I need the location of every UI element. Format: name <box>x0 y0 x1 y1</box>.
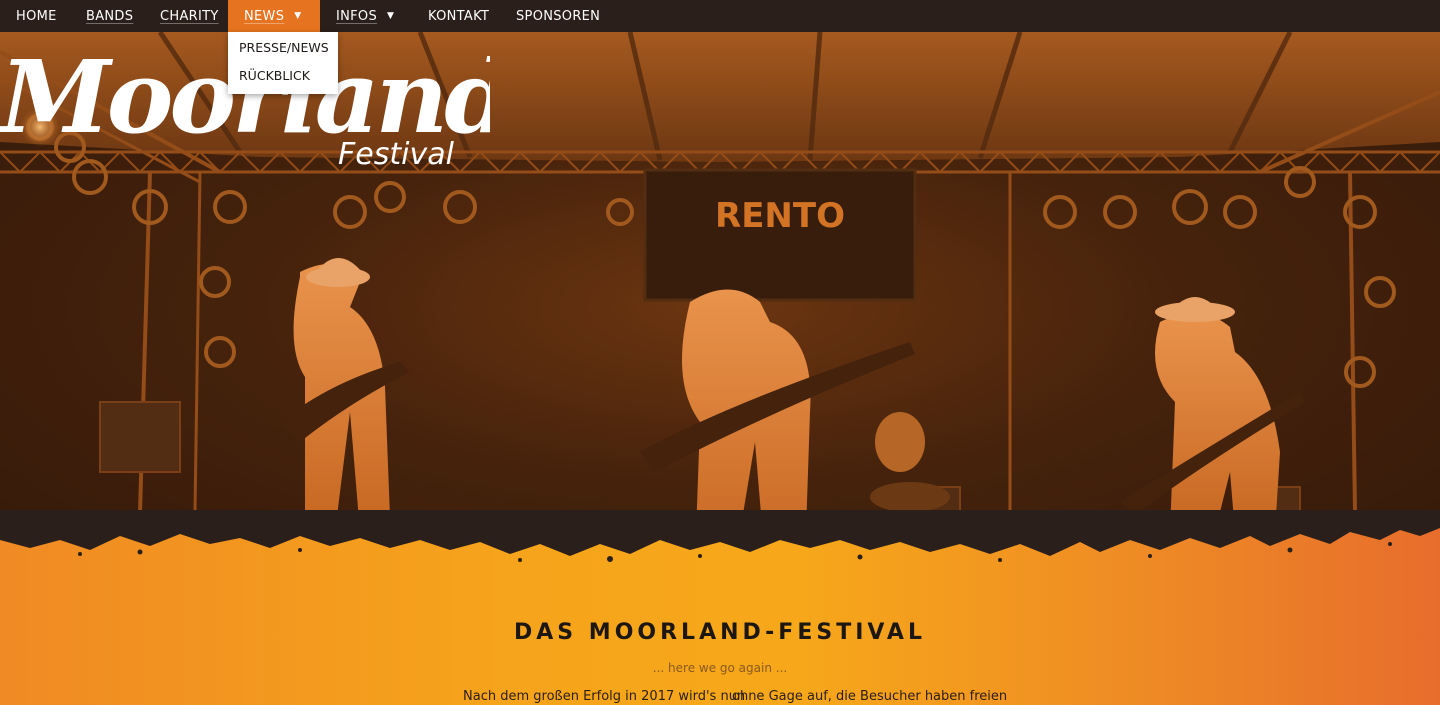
nav-item-kontakt[interactable]: KONTAKT <box>412 0 500 32</box>
nav-item-sponsoren[interactable]: SPONSOREN <box>500 0 616 32</box>
section-tagline: ... here we go again ... <box>652 661 788 675</box>
caret-down-icon: ▼ <box>387 11 395 21</box>
caret-down-icon: ▼ <box>294 11 302 21</box>
nav-label: HOME <box>16 8 57 24</box>
nav-label: KONTAKT <box>428 8 490 24</box>
nav-label: CHARITY <box>160 8 219 24</box>
nav-label: INFOS <box>336 8 378 24</box>
section-title: DAS MOORLAND-FESTIVAL <box>514 620 926 645</box>
nav-label: SPONSOREN <box>516 8 601 24</box>
dropdown-item-presse-news[interactable]: PRESSE/NEWS <box>228 34 338 62</box>
nav-item-charity[interactable]: CHARITY <box>144 0 228 32</box>
news-dropdown-menu: PRESSE/NEWS RÜCKBLICK <box>228 32 338 94</box>
nav-item-home[interactable]: HOME <box>0 0 70 32</box>
main-nav: HOME BANDS CHARITY NEWS ▼ INFOS ▼ KONTAKT … <box>0 0 1440 32</box>
nav-label: BANDS <box>86 8 134 24</box>
nav-item-infos[interactable]: INFOS ▼ <box>320 0 412 32</box>
nav-item-news[interactable]: NEWS ▼ <box>228 0 320 32</box>
dropdown-item-rueckblick[interactable]: RÜCKBLICK <box>228 62 338 90</box>
intro-text-left-column: Nach dem großen Erfolg in 2017 wird's nu… <box>463 689 746 704</box>
intro-text-right-column: ohne Gage auf, die Besucher haben freien <box>732 689 1008 704</box>
nav-label: NEWS <box>244 8 285 24</box>
hero-stage-image: RENTO Moorland Festival <box>0 32 1440 532</box>
logo-sub-text: Festival <box>338 137 455 172</box>
torn-edge-divider <box>0 510 1440 562</box>
nav-item-bands[interactable]: BANDS <box>70 0 144 32</box>
